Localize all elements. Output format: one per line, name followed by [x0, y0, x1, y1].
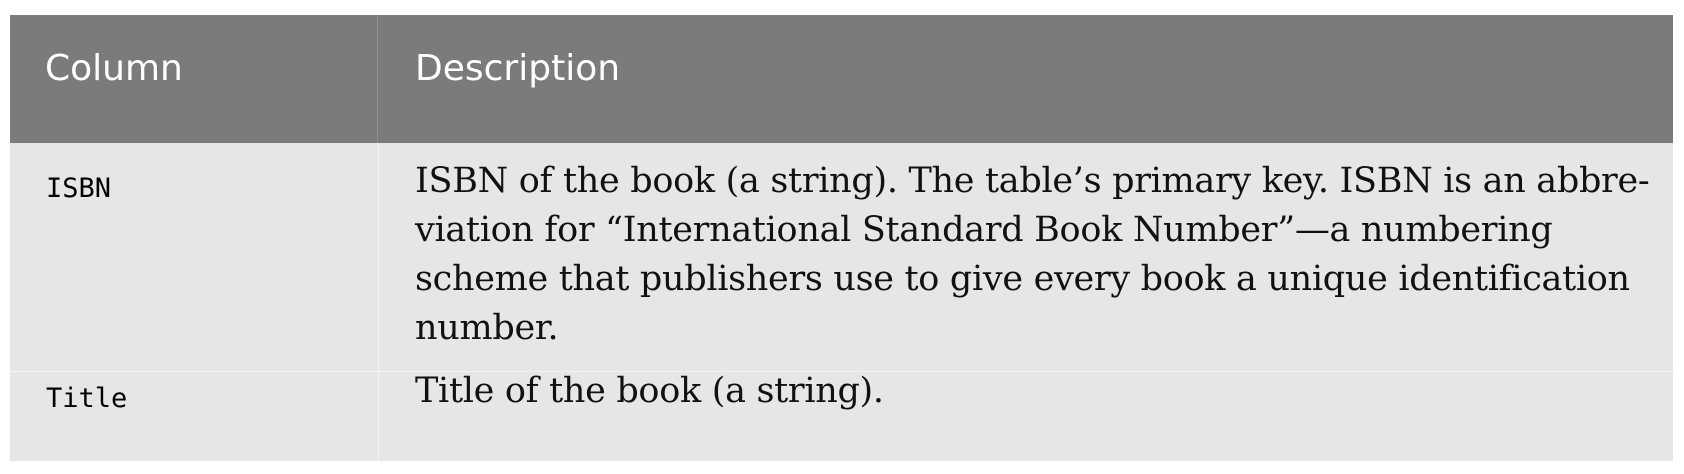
- columns-table: Column Description ISBN ISBN of the book…: [10, 15, 1673, 461]
- description-line: ISBN of the book (a string). The table’s…: [415, 161, 1650, 201]
- table-header-row: Column Description: [10, 15, 1673, 143]
- table-row: ISBN ISBN of the book (a string). The ta…: [10, 143, 1673, 371]
- header-description-label: Description: [415, 48, 621, 89]
- description-cell: ISBN of the book (a string). The table’s…: [415, 157, 1650, 353]
- table-row: Title Title of the book (a string).: [10, 371, 1673, 461]
- column-name-cell: ISBN: [46, 173, 112, 204]
- description-line: scheme that publishers use to give every…: [415, 259, 1630, 299]
- description-line: number.: [415, 308, 559, 348]
- column-name-cell: Title: [46, 383, 128, 414]
- description-cell: Title of the book (a string).: [415, 367, 1640, 416]
- header-column-label: Column: [45, 48, 183, 89]
- description-line: Title of the book (a string).: [415, 371, 884, 411]
- description-line: viation for “International Standard Book…: [415, 210, 1553, 250]
